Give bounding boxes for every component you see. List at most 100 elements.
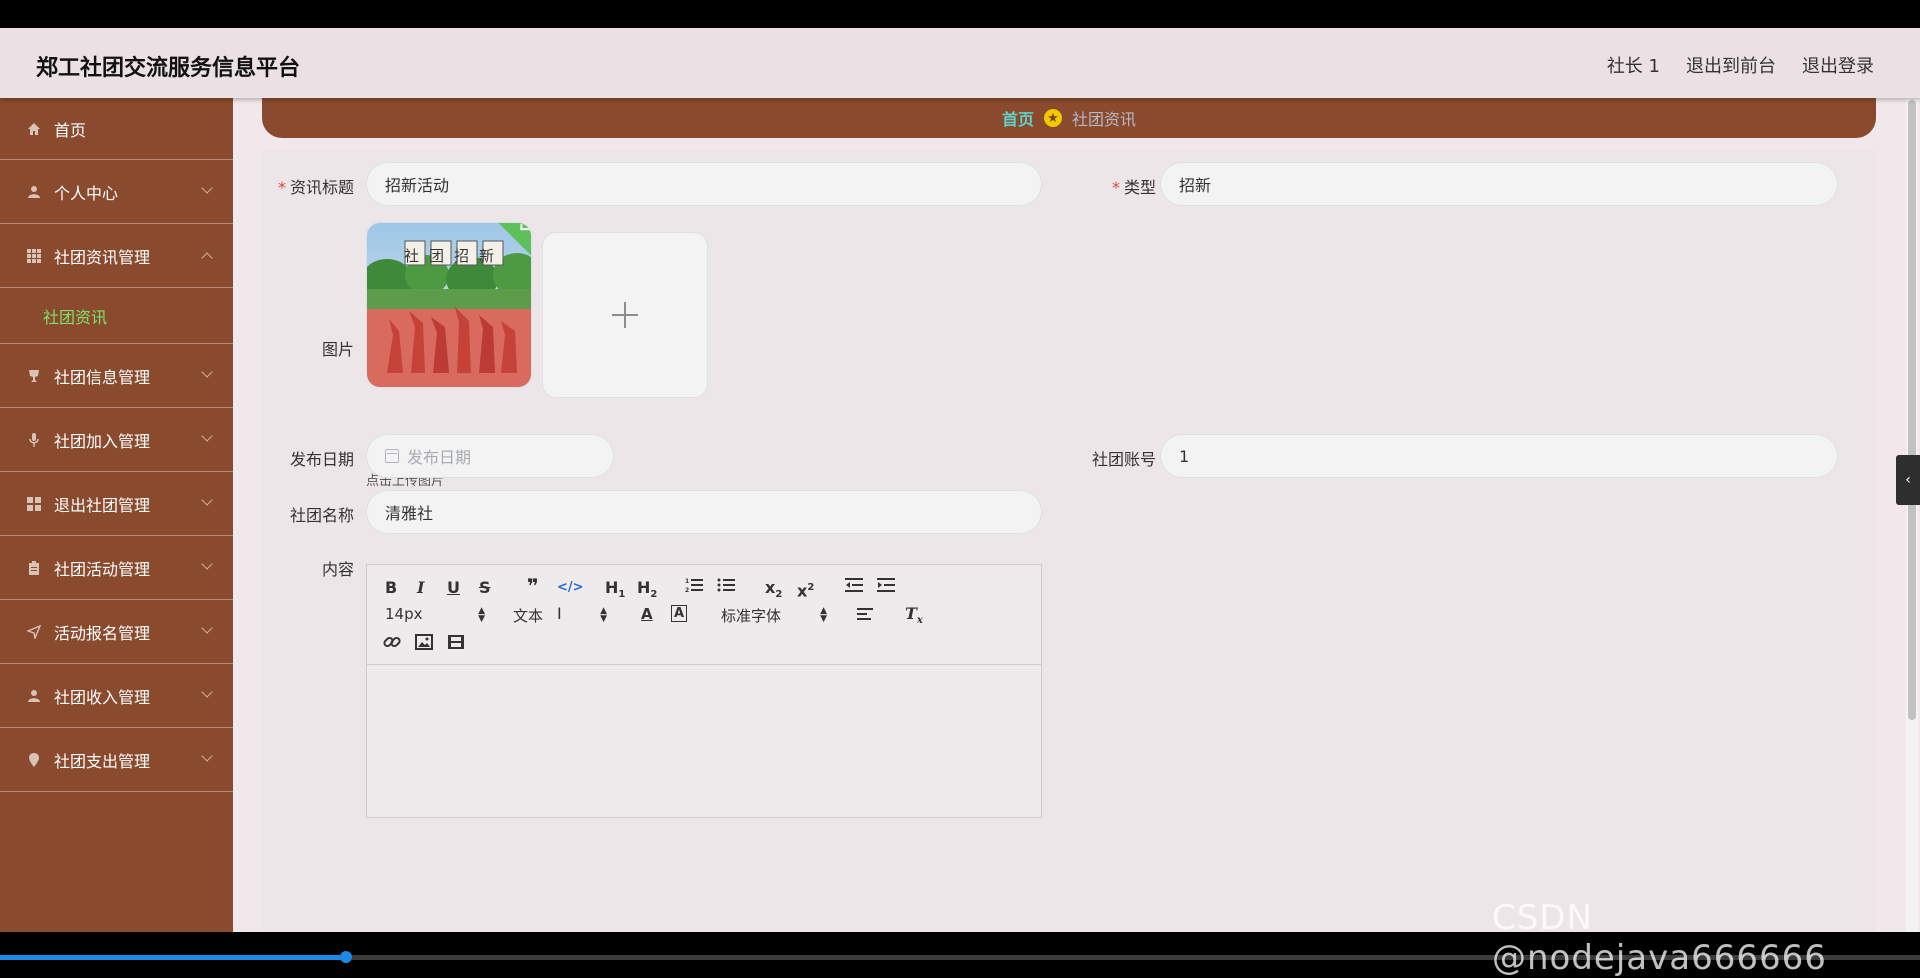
chevron-down-icon — [201, 366, 213, 378]
page-scrollbar[interactable] — [1906, 98, 1918, 932]
superscript-icon[interactable]: x2 — [797, 579, 814, 600]
star-icon: ★ — [1044, 109, 1062, 127]
content-label: 内容 — [321, 560, 354, 579]
sidebar-item-quit[interactable]: 退出社团管理 — [0, 472, 233, 536]
sidebar-item-news-manage[interactable]: 社团资讯管理 — [0, 224, 233, 288]
chevron-down-icon — [201, 558, 213, 570]
ordered-list-icon[interactable]: 12 — [685, 577, 703, 597]
chevron-down-icon — [201, 750, 213, 762]
chevron-down-icon — [201, 182, 213, 194]
sidebar-item-club-info[interactable]: 社团信息管理 — [0, 344, 233, 408]
sidebar-item-signup[interactable]: 活动报名管理 — [0, 600, 233, 664]
sidebar-subitem-news[interactable]: 社团资讯 — [0, 288, 233, 344]
sidebar-item-home[interactable]: 首页 — [0, 98, 233, 160]
type-label: * 类型 — [1111, 178, 1156, 197]
user-icon — [26, 184, 42, 200]
text-cursor-icon: I — [557, 604, 562, 623]
background-color-icon[interactable]: A — [671, 605, 688, 622]
chevron-down-icon — [201, 430, 213, 442]
clear-format-icon[interactable]: Tx — [905, 604, 923, 630]
mic-icon — [26, 432, 42, 448]
svg-text:2: 2 — [685, 587, 689, 593]
bold-icon[interactable]: B — [385, 579, 397, 597]
title-label: * 资讯标题 — [277, 178, 354, 197]
video-progress-knob[interactable] — [339, 951, 352, 963]
account-label: 社团账号 — [1091, 450, 1156, 469]
clipboard-icon — [26, 560, 42, 576]
sidebar-item-label: 社团活动管理 — [54, 559, 151, 579]
indent-icon[interactable] — [877, 577, 895, 597]
sidebar-item-expense[interactable]: 社团支出管理 — [0, 728, 233, 792]
outdent-icon[interactable] — [845, 577, 863, 597]
heading2-icon[interactable]: H2 — [637, 578, 657, 604]
exit-to-front-link[interactable]: 退出到前台 — [1686, 52, 1776, 78]
date-placeholder: 发布日期 — [407, 448, 472, 467]
align-left-icon[interactable] — [857, 607, 873, 625]
uploaded-image[interactable]: 社团招新 — [366, 222, 532, 388]
header-links: 社长 1 退出到前台 退出登录 — [1607, 52, 1874, 78]
cup-icon — [26, 368, 42, 384]
chevron-down-icon — [201, 622, 213, 634]
rich-text-editor: B I U S ❞ </> H1 H2 12 x2 x2 14px ▲ ▼ 文本… — [366, 564, 1042, 818]
sidebar-item-label: 活动报名管理 — [54, 623, 151, 643]
link-icon[interactable] — [383, 633, 401, 655]
font-color-icon[interactable]: A — [641, 605, 653, 623]
calendar-icon — [385, 449, 399, 463]
subscript-icon[interactable]: x2 — [765, 578, 782, 604]
video-icon[interactable] — [447, 634, 465, 654]
italic-icon[interactable]: I — [417, 579, 424, 597]
type-input[interactable]: 招新 — [1160, 162, 1838, 206]
sidebar-item-label: 首页 — [54, 120, 87, 140]
font-family-select[interactable]: 标准字体 ▲ ▼ — [721, 605, 827, 626]
date-label: 发布日期 — [289, 450, 354, 469]
sidebar-item-activity[interactable]: 社团活动管理 — [0, 536, 233, 600]
top-header: 郑工社团交流服务信息平台 社长 1 退出到前台 退出登录 — [0, 28, 1920, 98]
sidebar-item-label: 社团支出管理 — [54, 751, 151, 771]
grid-icon — [26, 248, 42, 264]
image-icon[interactable] — [415, 634, 433, 654]
breadcrumb: 首页 ★ 社团资讯 — [262, 98, 1876, 138]
club-name-input[interactable]: 清雅社 — [366, 490, 1042, 534]
bullet-list-icon[interactable] — [717, 577, 735, 597]
breadcrumb-home[interactable]: 首页 — [1002, 106, 1034, 130]
editor-toolbar: B I U S ❞ </> H1 H2 12 x2 x2 14px ▲ ▼ 文本… — [367, 565, 1041, 665]
sidebar-item-personal[interactable]: 个人中心 — [0, 160, 233, 224]
breadcrumb-current: 社团资讯 — [1072, 110, 1137, 129]
sidebar-item-label: 社团收入管理 — [54, 687, 151, 707]
home-icon — [26, 121, 42, 137]
sidebar: 首页 个人中心 社团资讯管理 社团资讯 社团信息管理 社团加入管理 退出社团管理… — [0, 98, 233, 932]
title-input[interactable]: 招新活动 — [366, 162, 1042, 206]
apps-icon — [26, 496, 42, 512]
heading1-icon[interactable]: H1 — [605, 578, 625, 604]
select-arrow-icon: ▲ ▼ — [478, 606, 485, 624]
current-user: 社长 1 — [1606, 56, 1660, 77]
sidebar-item-income[interactable]: 社团收入管理 — [0, 664, 233, 728]
user-icon — [26, 688, 42, 704]
watermark: CSDN @nodejava666666 — [1492, 898, 1827, 978]
date-picker[interactable]: 发布日期 — [366, 434, 614, 478]
scroll-thumb[interactable] — [1908, 100, 1916, 720]
blockquote-icon[interactable]: ❞ — [527, 576, 539, 596]
club-recruit-photo: 社团招新 — [367, 223, 531, 387]
sidebar-item-join[interactable]: 社团加入管理 — [0, 408, 233, 472]
news-form: * 资讯标题 招新活动 * 类型 招新 图片 社团招新 点击上传图片 发布日期 … — [262, 150, 1876, 932]
account-input[interactable]: 1 — [1160, 434, 1838, 478]
code-block-icon[interactable]: </> — [557, 579, 584, 597]
chevron-left-icon: ‹ — [1905, 472, 1911, 488]
chevron-down-icon — [201, 494, 213, 506]
underline-icon[interactable]: U — [447, 579, 460, 597]
video-progress-fill — [0, 955, 346, 960]
pin-icon — [26, 752, 42, 768]
chevron-up-icon — [201, 252, 213, 264]
side-collapse-tab[interactable]: ‹ — [1896, 455, 1920, 505]
font-size-select[interactable]: 14px ▲ ▼ — [385, 605, 485, 624]
add-image-button[interactable] — [542, 232, 708, 398]
select-arrow-icon: ▲ ▼ — [820, 606, 827, 624]
sidebar-item-label: 社团信息管理 — [54, 367, 151, 387]
strikethrough-icon[interactable]: S — [479, 579, 491, 597]
editor-content-area[interactable] — [367, 666, 1041, 818]
send-icon — [26, 624, 42, 640]
image-label: 图片 — [321, 340, 354, 359]
logout-link[interactable]: 退出登录 — [1802, 52, 1874, 78]
photo-caption: 社团招新 — [404, 247, 504, 265]
